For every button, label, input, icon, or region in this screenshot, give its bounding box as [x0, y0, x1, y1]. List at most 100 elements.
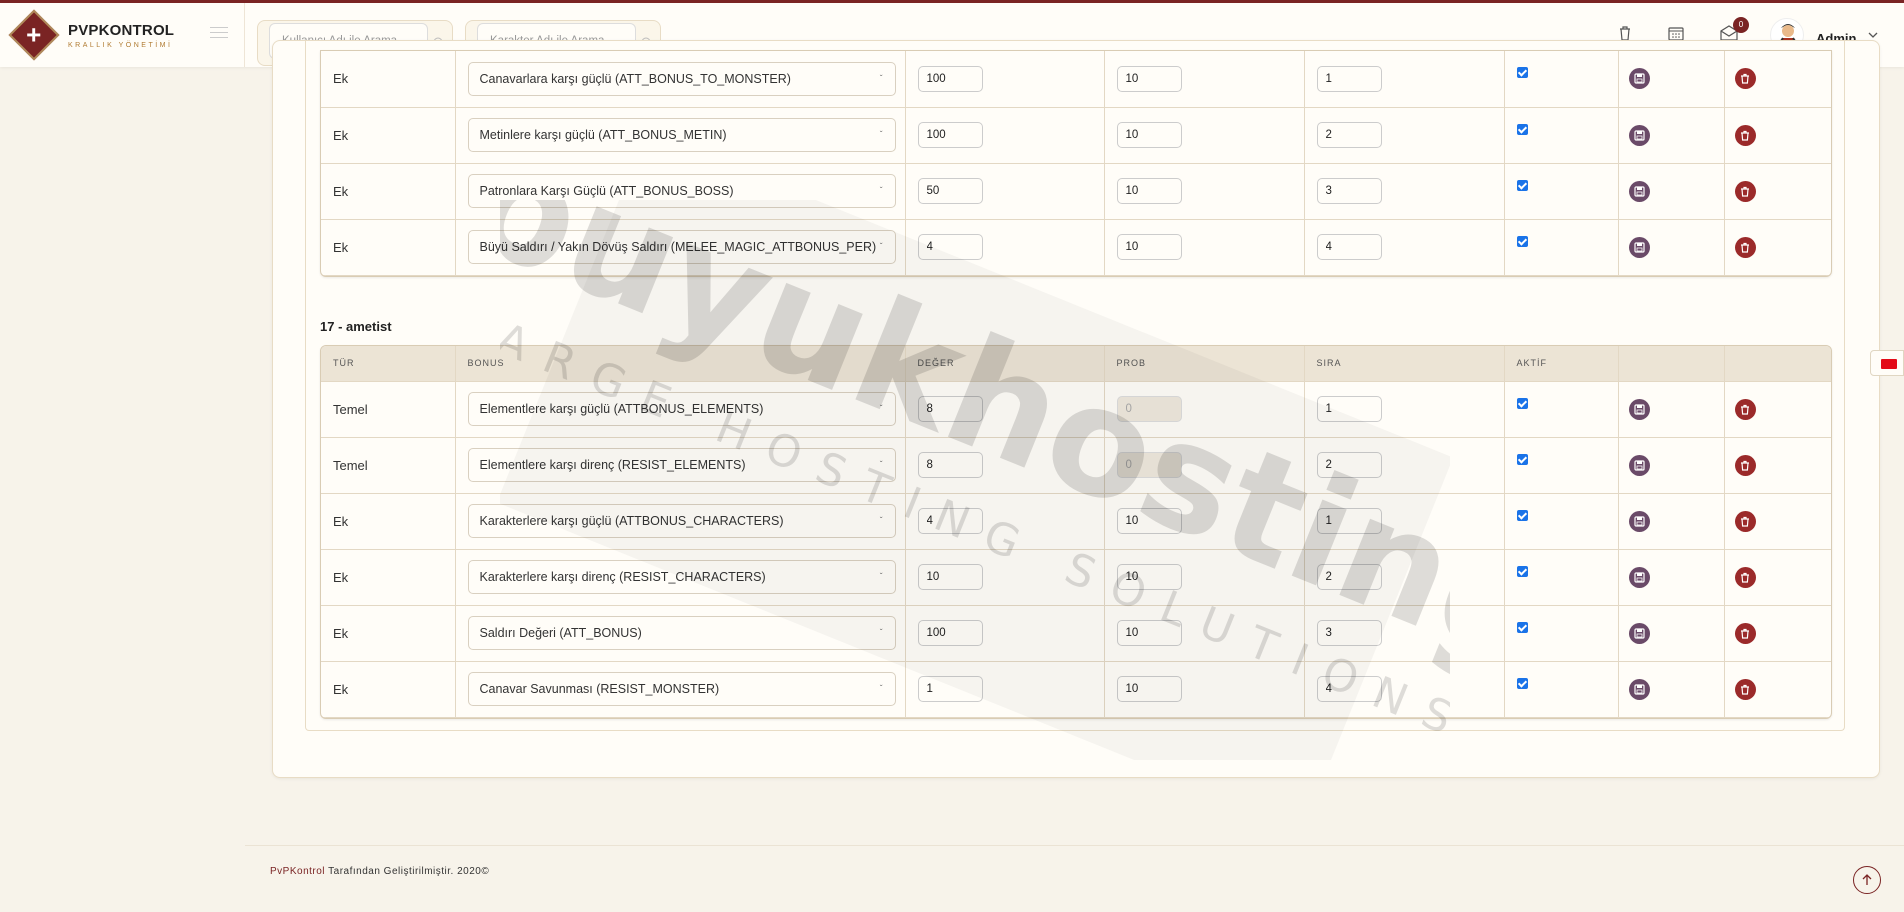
- trash-icon: [1741, 186, 1749, 197]
- save-button[interactable]: [1628, 124, 1650, 146]
- delete-button[interactable]: [1734, 510, 1756, 532]
- brand[interactable]: + PVPKONTROL KRALLIK YÖNETİMİ: [0, 3, 245, 67]
- bonus-select-value: Karakterlere karşı direnç (RESIST_CHARAC…: [479, 570, 766, 584]
- caret-icon: ˇ: [879, 684, 883, 693]
- col-header-bonus: BONUS: [455, 346, 906, 382]
- calendar-icon[interactable]: [1668, 25, 1684, 41]
- active-checkbox[interactable]: [1516, 565, 1528, 577]
- active-checkbox[interactable]: [1516, 397, 1528, 409]
- bonus-select-value: Elementlere karşı güçlü (ATTBONUS_ELEMEN…: [479, 402, 764, 416]
- bonus-table-1: Ek Canavarlara karşı güçlü (ATT_BONUS_TO…: [320, 50, 1832, 277]
- save-button[interactable]: [1628, 236, 1650, 258]
- order-input[interactable]: [1316, 234, 1382, 260]
- active-checkbox[interactable]: [1516, 235, 1528, 247]
- delete-button[interactable]: [1734, 236, 1756, 258]
- save-button[interactable]: [1628, 454, 1650, 476]
- save-button[interactable]: [1628, 510, 1650, 532]
- save-button[interactable]: [1628, 622, 1650, 644]
- bonus-select[interactable]: Elementlere karşı güçlü (ATTBONUS_ELEMEN…: [467, 392, 896, 426]
- row-type: Ek: [333, 569, 349, 585]
- floppy-icon: [1633, 683, 1645, 695]
- value-input[interactable]: [917, 396, 983, 422]
- value-input[interactable]: [917, 508, 983, 534]
- bonus-select[interactable]: Saldırı Değeri (ATT_BONUS) ˇ: [467, 616, 896, 650]
- save-button[interactable]: [1628, 68, 1650, 90]
- order-input[interactable]: [1316, 178, 1382, 204]
- active-checkbox[interactable]: [1516, 453, 1528, 465]
- value-input[interactable]: [917, 178, 983, 204]
- bonus-select-value: Saldırı Değeri (ATT_BONUS): [479, 626, 642, 640]
- delete-button[interactable]: [1734, 454, 1756, 476]
- logo-icon: +: [8, 9, 60, 61]
- save-button[interactable]: [1628, 180, 1650, 202]
- bonus-select[interactable]: Karakterlere karşı güçlü (ATTBONUS_CHARA…: [467, 504, 896, 538]
- bonus-select[interactable]: Patronlara Karşı Güçlü (ATT_BONUS_BOSS) ˇ: [467, 174, 896, 208]
- row-type: Temel: [333, 401, 368, 417]
- delete-button[interactable]: [1734, 124, 1756, 146]
- col-header-aktif: AKTİF: [1504, 346, 1619, 382]
- prob-input[interactable]: [1116, 620, 1182, 646]
- order-input[interactable]: [1316, 452, 1382, 478]
- language-flag[interactable]: [1870, 350, 1904, 376]
- delete-button[interactable]: [1734, 68, 1756, 90]
- value-input[interactable]: [917, 620, 983, 646]
- col-header-save: [1618, 346, 1725, 382]
- value-input[interactable]: [917, 122, 983, 148]
- col-header-delete: [1724, 346, 1831, 382]
- order-input[interactable]: [1316, 564, 1382, 590]
- value-input[interactable]: [917, 676, 983, 702]
- active-checkbox[interactable]: [1516, 677, 1528, 689]
- prob-input[interactable]: [1116, 676, 1182, 702]
- bonus-select[interactable]: Metinlere karşı güçlü (ATT_BONUS_METIN) ˇ: [467, 118, 896, 152]
- order-input[interactable]: [1316, 676, 1382, 702]
- save-button[interactable]: [1628, 398, 1650, 420]
- prob-input[interactable]: [1116, 234, 1182, 260]
- value-input[interactable]: [917, 452, 983, 478]
- col-header-sira: SIRA: [1304, 346, 1505, 382]
- row-type: Ek: [333, 625, 349, 641]
- order-input[interactable]: [1316, 396, 1382, 422]
- bonus-select[interactable]: Canavar Savunması (RESIST_MONSTER) ˇ: [467, 672, 896, 706]
- prob-input[interactable]: [1116, 178, 1182, 204]
- row-type: Ek: [333, 239, 349, 255]
- footer-brand-link[interactable]: PvPKontrol: [270, 866, 325, 877]
- active-checkbox[interactable]: [1516, 621, 1528, 633]
- floppy-icon: [1633, 129, 1645, 141]
- active-checkbox[interactable]: [1516, 67, 1528, 79]
- scroll-top-button[interactable]: [1853, 866, 1881, 894]
- prob-input[interactable]: [1116, 508, 1182, 534]
- delete-button[interactable]: [1734, 678, 1756, 700]
- value-input[interactable]: [917, 234, 983, 260]
- prob-input[interactable]: [1116, 564, 1182, 590]
- caret-icon: ˇ: [879, 628, 883, 637]
- save-button[interactable]: [1628, 566, 1650, 588]
- delete-button[interactable]: [1734, 180, 1756, 202]
- bonus-select[interactable]: Elementlere karşı direnç (RESIST_ELEMENT…: [467, 448, 896, 482]
- delete-button[interactable]: [1734, 566, 1756, 588]
- bonus-select[interactable]: Canavarlara karşı güçlü (ATT_BONUS_TO_MO…: [467, 61, 896, 96]
- chevron-down-icon[interactable]: [1868, 31, 1878, 39]
- order-input[interactable]: [1316, 620, 1382, 646]
- bonus-select[interactable]: Büyü Saldırı / Yakın Dövüş Saldırı (MELE…: [467, 230, 896, 264]
- delete-button[interactable]: [1734, 622, 1756, 644]
- order-input[interactable]: [1316, 122, 1382, 148]
- active-checkbox[interactable]: [1516, 509, 1528, 521]
- bonus-select-value: Canavarlara karşı güçlü (ATT_BONUS_TO_MO…: [479, 71, 791, 86]
- floppy-icon: [1633, 627, 1645, 639]
- menu-toggle-icon[interactable]: [210, 27, 228, 42]
- trash-icon[interactable]: [1618, 25, 1632, 41]
- value-input[interactable]: [917, 564, 983, 590]
- prob-input[interactable]: [1116, 122, 1182, 148]
- delete-button[interactable]: [1734, 398, 1756, 420]
- active-checkbox[interactable]: [1516, 179, 1528, 191]
- active-checkbox[interactable]: [1516, 123, 1528, 135]
- save-button[interactable]: [1628, 678, 1650, 700]
- order-input[interactable]: [1316, 508, 1382, 534]
- row-type: Ek: [333, 681, 349, 697]
- order-input[interactable]: [1316, 65, 1382, 92]
- section-title: 17 - ametist: [320, 319, 392, 334]
- trash-icon: [1741, 130, 1749, 141]
- value-input[interactable]: [917, 65, 983, 92]
- bonus-select[interactable]: Karakterlere karşı direnç (RESIST_CHARAC…: [467, 560, 896, 594]
- prob-input[interactable]: [1116, 65, 1182, 92]
